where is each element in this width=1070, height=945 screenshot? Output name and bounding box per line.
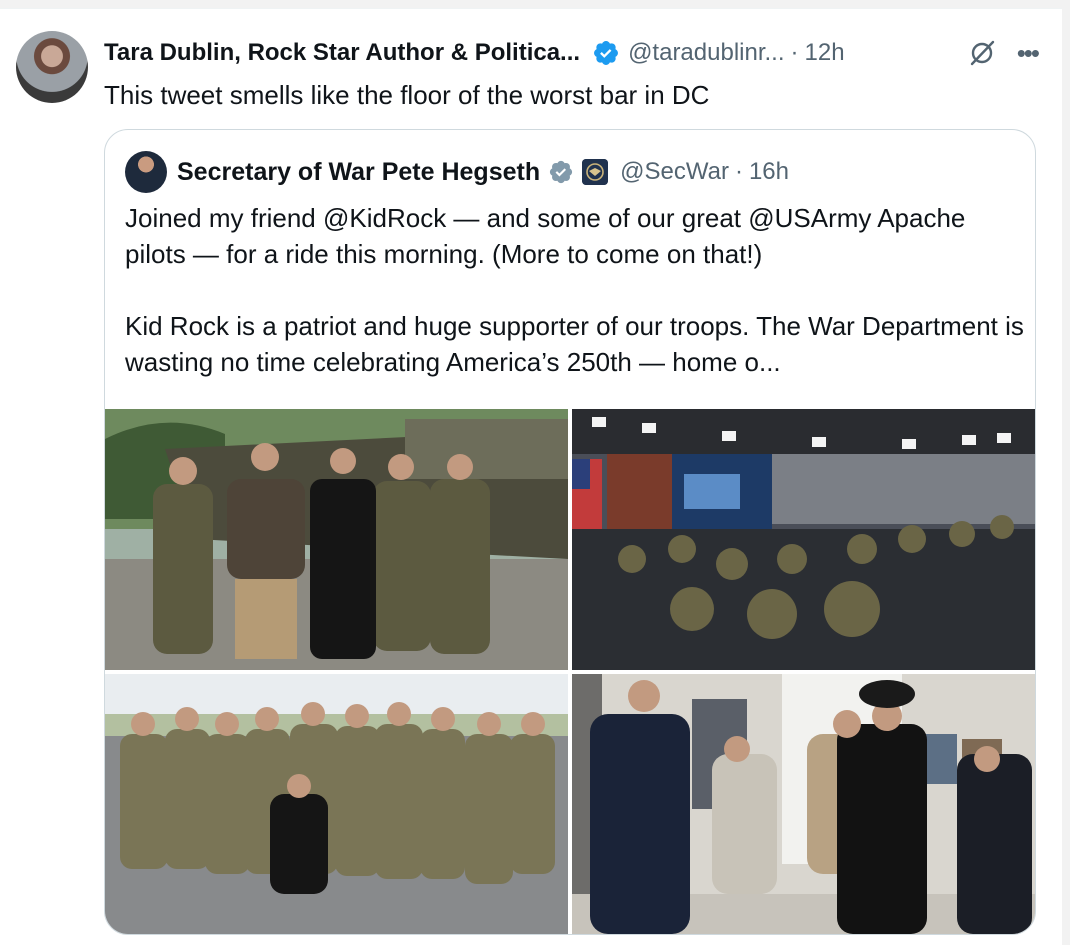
grok-icon[interactable] xyxy=(967,38,997,68)
tweet-header: Tara Dublin, Rock Star Author & Politica… xyxy=(104,35,1040,71)
quoted-tweet[interactable]: Secretary of War Pete Hegseth @SecWar · … xyxy=(104,129,1036,935)
tweet-text: This tweet smells like the floor of the … xyxy=(104,80,710,110)
author-handle[interactable]: @taradublinr... xyxy=(628,39,784,67)
photo-apache-group[interactable] xyxy=(105,409,568,670)
tweet-card[interactable]: Tara Dublin, Rock Star Author & Politica… xyxy=(0,8,1062,945)
photo-soldiers-group[interactable] xyxy=(105,674,568,934)
photo-briefing-room[interactable] xyxy=(572,409,1035,670)
quoted-paragraph-1: Joined my friend @KidRock — and some of … xyxy=(125,203,966,269)
verified-badge-icon xyxy=(594,41,619,65)
quoted-author-name[interactable]: Secretary of War Pete Hegseth xyxy=(177,158,540,187)
author-avatar[interactable] xyxy=(16,31,88,103)
separator-dot: · xyxy=(790,39,799,66)
quoted-tweet-time[interactable]: 16h xyxy=(749,158,789,186)
author-name[interactable]: Tara Dublin, Rock Star Author & Politica… xyxy=(104,39,580,67)
quoted-author-avatar[interactable] xyxy=(125,151,167,193)
quoted-tweet-header: Secretary of War Pete Hegseth @SecWar · … xyxy=(125,150,789,194)
government-verified-badge-icon xyxy=(550,160,573,184)
quoted-author-handle[interactable]: @SecWar xyxy=(620,158,729,186)
photo-hallway[interactable] xyxy=(572,674,1035,934)
quoted-separator-dot: · xyxy=(734,158,743,185)
media-grid xyxy=(105,409,1035,934)
more-options-icon[interactable]: ••• xyxy=(1017,40,1040,66)
quoted-tweet-text: Joined my friend @KidRock — and some of … xyxy=(125,200,1025,416)
tweet-time[interactable]: 12h xyxy=(805,39,845,67)
department-seal-icon xyxy=(582,159,609,185)
quoted-paragraph-2: Kid Rock is a patriot and huge supporter… xyxy=(125,311,1024,377)
